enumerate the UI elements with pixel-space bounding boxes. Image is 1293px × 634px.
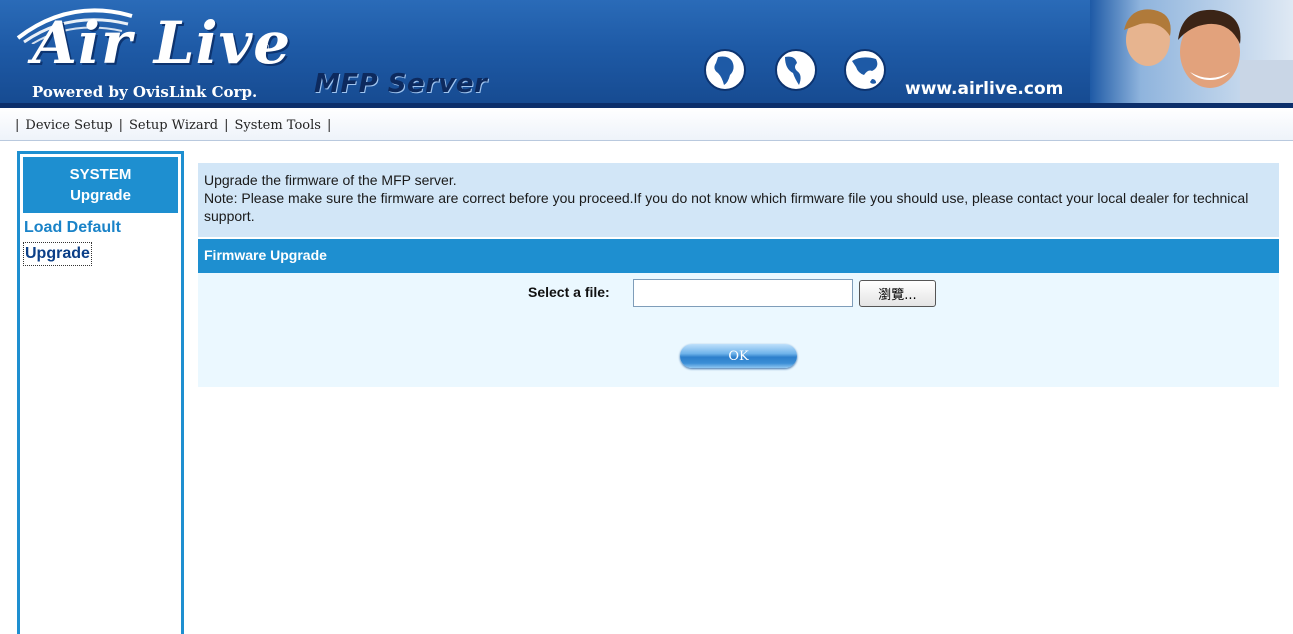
globe-americas-icon [775, 49, 817, 91]
brand-tagline: Powered by OvisLink Corp. [32, 83, 258, 101]
ok-button[interactable]: OK [680, 344, 797, 368]
nav-separator: | [224, 118, 229, 133]
notice-intro: Upgrade the firmware of the MFP server. [204, 172, 457, 188]
website-link[interactable]: www.airlive.com [905, 79, 1063, 99]
nav-setup-wizard[interactable]: Setup Wizard [129, 118, 218, 133]
upgrade-notice: Upgrade the firmware of the MFP server. … [198, 163, 1279, 237]
nav-device-setup[interactable]: Device Setup [25, 118, 112, 133]
file-label: Select a file: [528, 284, 610, 300]
globe-africa-icon [704, 49, 746, 91]
sidebar: SYSTEM Upgrade Load Default Upgrade [17, 151, 184, 634]
header-banner: Air Live ® Powered by OvisLink Corp. MFP… [0, 0, 1293, 107]
sidebar-heading-section: SYSTEM [69, 166, 132, 183]
nav-separator: | [15, 118, 20, 133]
file-path-input[interactable] [633, 279, 853, 307]
nav-separator: | [326, 118, 332, 133]
product-name: MFP Server [314, 69, 488, 99]
nav-separator: | [118, 118, 124, 133]
notice-warning: Note: Please make sure the firmware are … [204, 190, 1249, 224]
section-title: Firmware Upgrade [198, 239, 1279, 273]
nav-system-tools[interactable]: System Tools [235, 118, 321, 133]
registered-mark: ® [261, 42, 270, 54]
sidebar-heading: SYSTEM Upgrade [23, 157, 178, 213]
brand-logo: Air Live [32, 9, 292, 77]
browse-button[interactable]: 瀏覽... [859, 280, 936, 307]
top-nav: | Device Setup | Setup Wizard | System Tools | [0, 108, 1293, 141]
firmware-form: Select a file: 瀏覽... OK [198, 273, 1279, 387]
people-photo [1090, 0, 1293, 103]
sidebar-item-load-default[interactable]: Load Default [24, 217, 181, 239]
sidebar-heading-page: Upgrade [70, 187, 131, 204]
sidebar-item-upgrade[interactable]: Upgrade [23, 242, 92, 266]
globe-asia-icon [844, 49, 886, 91]
